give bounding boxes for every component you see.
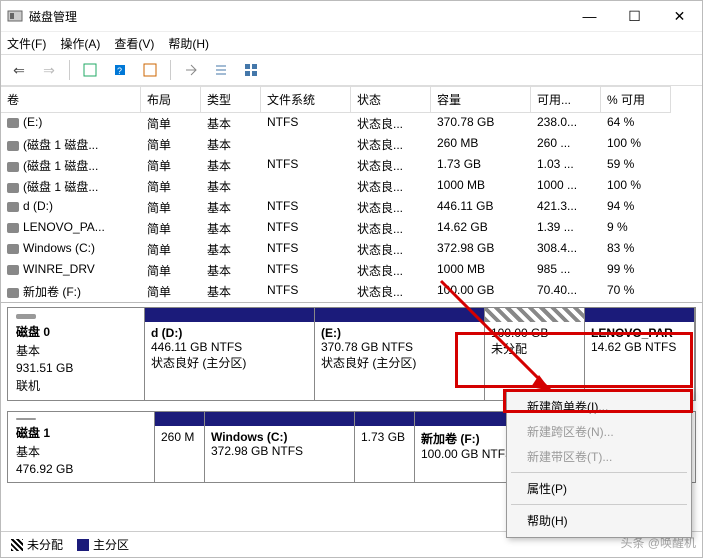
- menu-view[interactable]: 查看(V): [114, 35, 154, 52]
- col-layout[interactable]: 布局: [141, 86, 201, 113]
- menu-new-simple-volume[interactable]: 新建简单卷(I)...: [509, 394, 689, 419]
- partition[interactable]: LENOVO_PAR14.62 GB NTFS: [585, 308, 695, 400]
- menu-help[interactable]: 帮助(H): [509, 508, 689, 533]
- table-row[interactable]: 新加卷 (F:)简单基本NTFS状态良...100.00 GB70.40...7…: [1, 281, 702, 302]
- table-row[interactable]: Windows (C:)简单基本NTFS状态良...372.98 GB308.4…: [1, 239, 702, 260]
- col-pct[interactable]: % 可用: [601, 86, 671, 113]
- titlebar: 磁盘管理 — ☐ ✕: [1, 1, 702, 32]
- legend-primary-swatch: [77, 539, 89, 551]
- toolbar-icon-3[interactable]: [138, 58, 162, 82]
- minimize-button[interactable]: —: [567, 1, 612, 31]
- partition[interactable]: d (D:)446.11 GB NTFS状态良好 (主分区): [145, 308, 315, 400]
- partition[interactable]: 260 M: [155, 412, 205, 482]
- disk-icon: [16, 314, 36, 319]
- partition[interactable]: 1.73 GB: [355, 412, 415, 482]
- disk-icon: [16, 418, 36, 420]
- table-row[interactable]: (E:)简单基本NTFS状态良...370.78 GB238.0...64 %: [1, 113, 702, 134]
- menu-help[interactable]: 帮助(H): [168, 35, 209, 52]
- disk-0-row: 磁盘 0 基本 931.51 GB 联机 d (D:)446.11 GB NTF…: [7, 307, 696, 401]
- window-title: 磁盘管理: [29, 8, 567, 25]
- svg-text:?: ?: [117, 66, 122, 76]
- partition[interactable]: Windows (C:)372.98 GB NTFS: [205, 412, 355, 482]
- col-state[interactable]: 状态: [351, 86, 431, 113]
- toolbar-icon-2[interactable]: ?: [108, 58, 132, 82]
- menu-action[interactable]: 操作(A): [60, 35, 100, 52]
- close-button[interactable]: ✕: [657, 1, 702, 31]
- menu-file[interactable]: 文件(F): [7, 35, 46, 52]
- table-row[interactable]: WINRE_DRV简单基本NTFS状态良...1000 MB985 ...99 …: [1, 260, 702, 281]
- col-fs[interactable]: 文件系统: [261, 86, 351, 113]
- col-free[interactable]: 可用...: [531, 86, 601, 113]
- app-icon: [7, 8, 23, 24]
- toolbar-grid-icon[interactable]: [239, 58, 263, 82]
- context-menu: 新建简单卷(I)... 新建跨区卷(N)... 新建带区卷(T)... 属性(P…: [506, 389, 692, 538]
- disk-1-info[interactable]: 磁盘 1 基本 476.92 GB: [8, 412, 155, 482]
- toolbar-icon-4[interactable]: [179, 58, 203, 82]
- table-row[interactable]: (磁盘 1 磁盘...简单基本状态良...1000 MB1000 ...100 …: [1, 176, 702, 197]
- toolbar: ⇐ ⇒ ?: [1, 55, 702, 86]
- forward-button[interactable]: ⇒: [37, 58, 61, 82]
- table-row[interactable]: d (D:)简单基本NTFS状态良...446.11 GB421.3...94 …: [1, 197, 702, 218]
- partition[interactable]: (E:)370.78 GB NTFS状态良好 (主分区): [315, 308, 485, 400]
- menu-new-spanned-volume: 新建跨区卷(N)...: [509, 419, 689, 444]
- disk-management-window: 磁盘管理 — ☐ ✕ 文件(F) 操作(A) 查看(V) 帮助(H) ⇐ ⇒ ?…: [0, 0, 703, 558]
- disk-0-info[interactable]: 磁盘 0 基本 931.51 GB 联机: [8, 308, 145, 400]
- table-header: 卷 布局 类型 文件系统 状态 容量 可用... % 可用: [1, 86, 702, 113]
- table-row[interactable]: LENOVO_PA...简单基本NTFS状态良...14.62 GB1.39 .…: [1, 218, 702, 239]
- maximize-button[interactable]: ☐: [612, 1, 657, 31]
- menu-new-striped-volume: 新建带区卷(T)...: [509, 444, 689, 469]
- partition-unallocated[interactable]: 100.00 GB未分配: [485, 308, 585, 400]
- toolbar-icon-1[interactable]: [78, 58, 102, 82]
- col-capacity[interactable]: 容量: [431, 86, 531, 113]
- table-row[interactable]: (磁盘 1 磁盘...简单基本NTFS状态良...1.73 GB1.03 ...…: [1, 155, 702, 176]
- menubar: 文件(F) 操作(A) 查看(V) 帮助(H): [1, 32, 702, 55]
- menu-properties[interactable]: 属性(P): [509, 476, 689, 501]
- col-volume[interactable]: 卷: [1, 86, 141, 113]
- toolbar-list-icon[interactable]: [209, 58, 233, 82]
- col-type[interactable]: 类型: [201, 86, 261, 113]
- table-row[interactable]: (磁盘 1 磁盘...简单基本状态良...260 MB260 ...100 %: [1, 134, 702, 155]
- legend-unalloc-swatch: [11, 539, 23, 551]
- volume-table: 卷 布局 类型 文件系统 状态 容量 可用... % 可用 (E:)简单基本NT…: [1, 86, 702, 303]
- back-button[interactable]: ⇐: [7, 58, 31, 82]
